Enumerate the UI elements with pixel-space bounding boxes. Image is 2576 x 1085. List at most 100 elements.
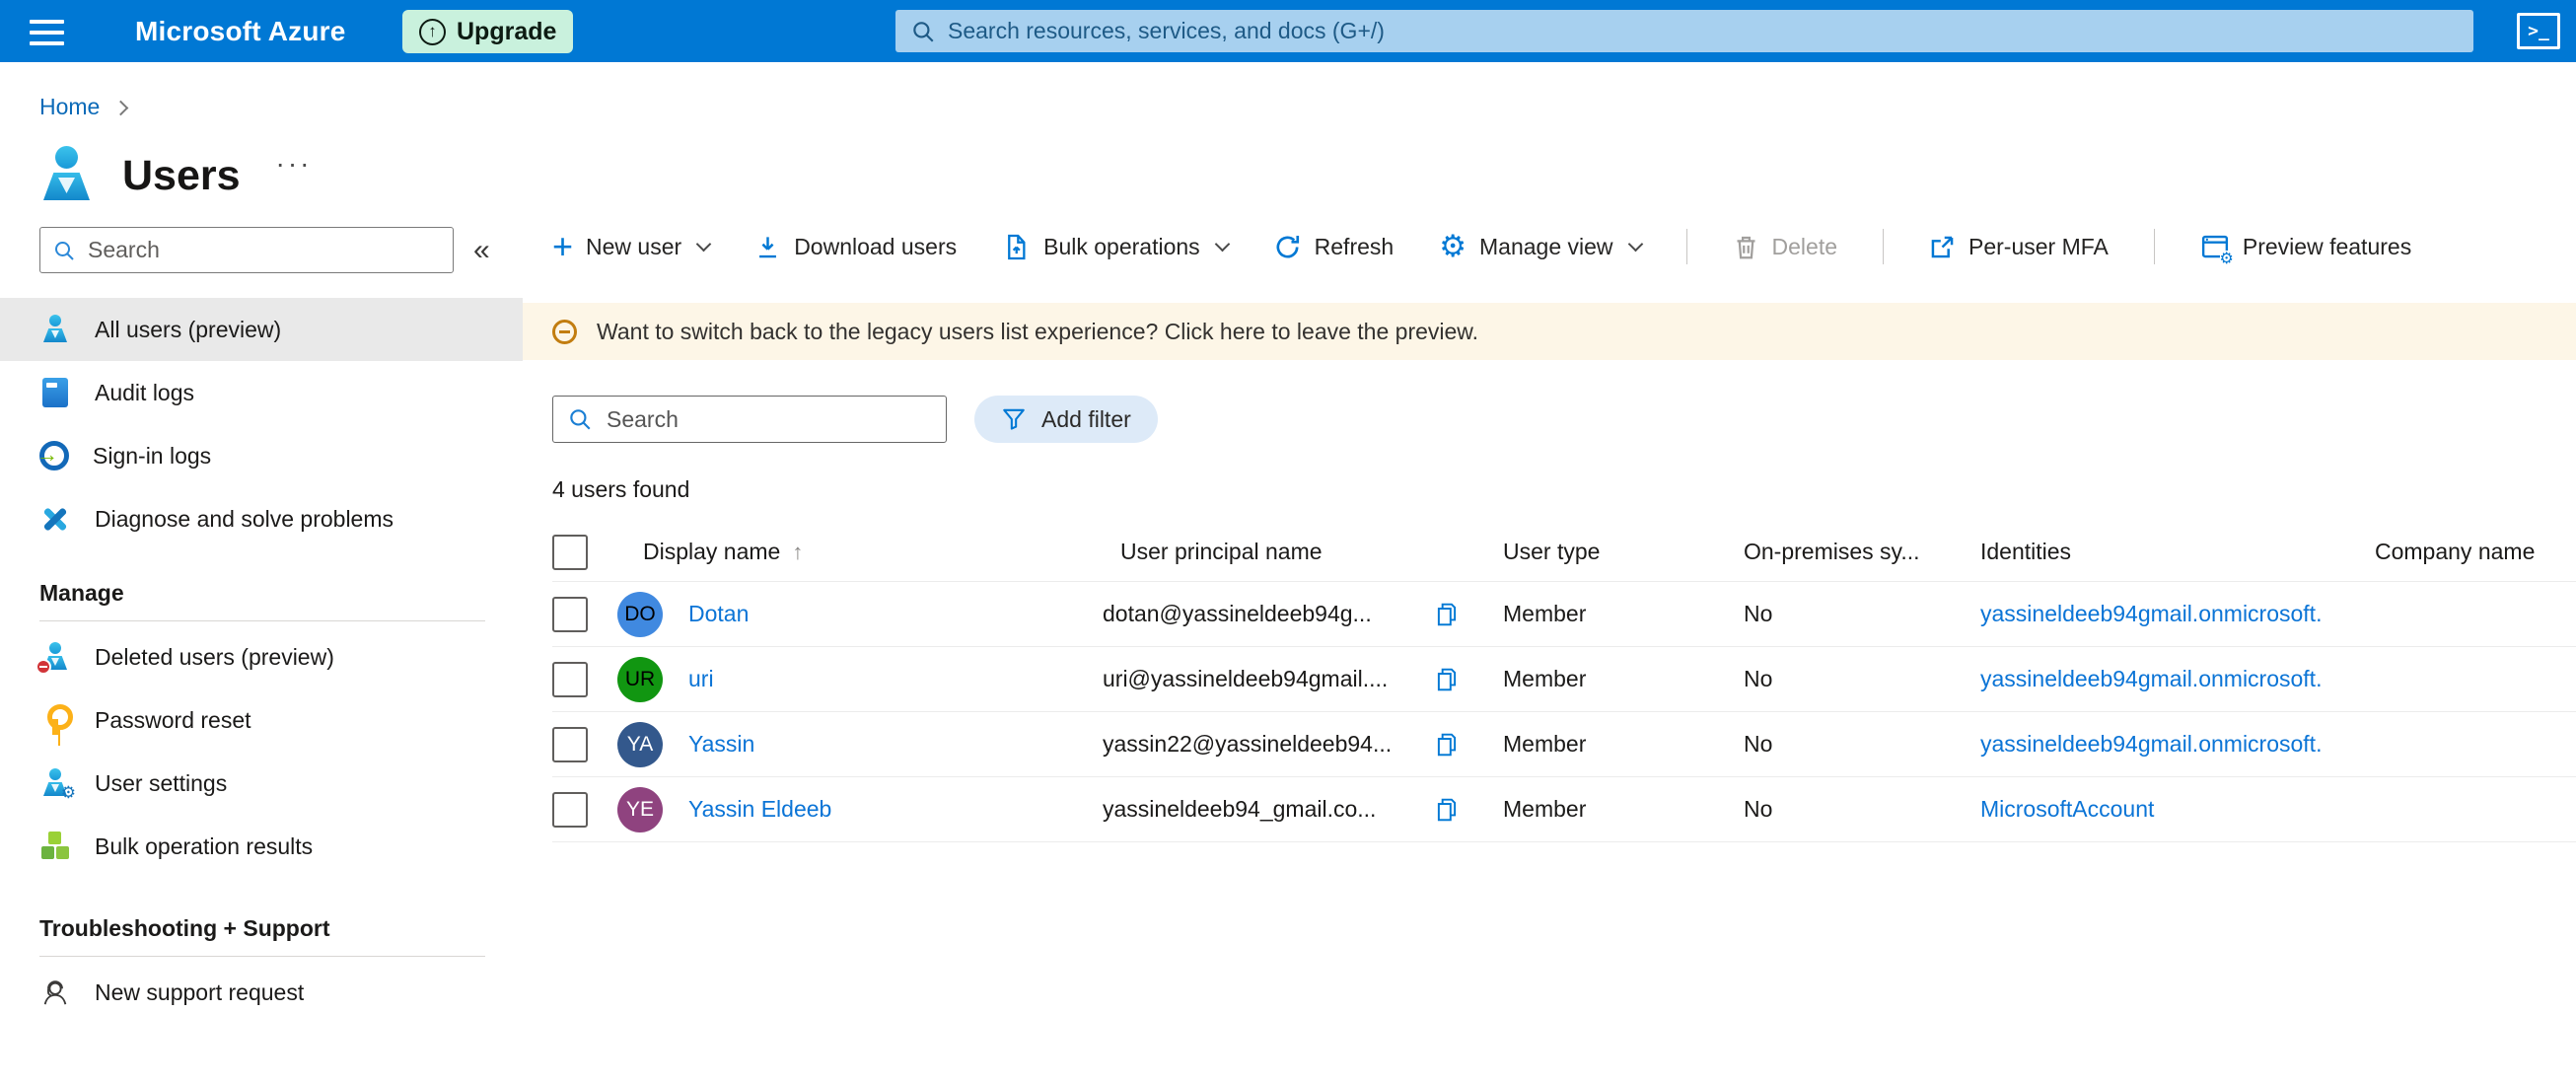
table-row[interactable]: YE Yassin Eldeeb yassineldeeb94_gmail.co… xyxy=(552,777,2576,842)
search-icon xyxy=(55,241,74,260)
user-type: Member xyxy=(1503,666,1587,691)
users-table: Display name ↑ User principal name User … xyxy=(552,523,2576,842)
breadcrumb-home-link[interactable]: Home xyxy=(39,94,100,120)
toolbar-separator xyxy=(1685,229,1687,264)
sidebar-search-input[interactable] xyxy=(88,237,441,263)
column-user-principal-name[interactable]: User principal name xyxy=(1101,539,1473,565)
table-row[interactable]: DO Dotan dotan@yassineldeeb94g... Member… xyxy=(552,582,2576,647)
on-premises-sync: No xyxy=(1744,731,1773,757)
user-type: Member xyxy=(1503,796,1587,822)
copy-icon[interactable] xyxy=(1434,667,1460,692)
manage-view-button[interactable]: ⚙ Manage view xyxy=(1439,231,1643,262)
preview-features-button[interactable]: ⚙ Preview features xyxy=(2200,232,2411,266)
avatar: YA xyxy=(617,721,663,767)
new-user-label: New user xyxy=(586,233,682,259)
open-external-icon xyxy=(1931,236,1954,257)
sidebar-item-label: Diagnose and solve problems xyxy=(95,505,394,532)
row-checkbox[interactable] xyxy=(552,791,588,828)
avatar: UR xyxy=(617,656,663,702)
breadcrumb: Home xyxy=(39,94,2576,120)
user-display-name-link[interactable]: Yassin Eldeeb xyxy=(688,796,831,823)
sidebar-item-user-settings[interactable]: ⚙ User settings xyxy=(0,752,523,815)
sidebar-item-bulk-operation-results[interactable]: Bulk operation results xyxy=(0,815,523,878)
column-display-name[interactable]: Display name xyxy=(643,539,780,565)
column-company-name[interactable]: Company name xyxy=(2365,539,2576,565)
sidebar-item-label: Deleted users (preview) xyxy=(95,643,334,670)
cloud-shell-icon[interactable]: >_ xyxy=(2517,13,2560,49)
table-row[interactable]: UR uri uri@yassineldeeb94gmail.... Membe… xyxy=(552,647,2576,712)
bulk-operations-button[interactable]: Bulk operations xyxy=(1002,233,1230,261)
download-users-button[interactable]: Download users xyxy=(754,234,957,260)
sidebar-item-audit-logs[interactable]: Audit logs xyxy=(0,361,523,424)
user-gear-icon: ⚙ xyxy=(39,767,76,802)
on-premises-sync: No xyxy=(1744,601,1773,626)
sidebar-item-label: Audit logs xyxy=(95,379,195,405)
minus-badge-icon xyxy=(36,659,51,675)
refresh-label: Refresh xyxy=(1314,233,1395,259)
identity-link[interactable]: yassineldeeb94gmail.onmicrosoft. xyxy=(1980,666,2322,691)
user-display-name-link[interactable]: Yassin xyxy=(688,731,754,758)
sidebar-item-new-support-request[interactable]: New support request xyxy=(0,961,523,1024)
user-display-name-link[interactable]: Dotan xyxy=(688,601,749,627)
sidebar-item-label: User settings xyxy=(95,769,228,796)
sidebar-item-label: All users (preview) xyxy=(95,316,282,342)
user-search-input[interactable] xyxy=(607,405,932,433)
brand-microsoft-azure[interactable]: Microsoft Azure xyxy=(135,0,346,62)
column-identities[interactable]: Identities xyxy=(1972,539,2365,565)
refresh-button[interactable]: Refresh xyxy=(1273,233,1395,261)
sidebar-item-password-reset[interactable]: Password reset xyxy=(0,688,523,752)
identity-link[interactable]: yassineldeeb94gmail.onmicrosoft. xyxy=(1980,731,2322,757)
sidebar-item-sign-in-logs[interactable]: → Sign-in logs xyxy=(0,424,523,487)
upgrade-button[interactable]: ↑ Upgrade xyxy=(402,10,574,53)
row-checkbox[interactable] xyxy=(552,596,588,632)
sidebar: « All users (preview) Audit logs → Sign-… xyxy=(0,217,523,1024)
more-options-icon[interactable]: ··· xyxy=(276,148,313,180)
user-principal-name: dotan@yassineldeeb94g... xyxy=(1103,601,1372,626)
per-user-mfa-button[interactable]: Per-user MFA xyxy=(1929,234,2109,260)
add-filter-label: Add filter xyxy=(1041,405,1131,432)
identity-link[interactable]: yassineldeeb94gmail.onmicrosoft. xyxy=(1980,601,2322,626)
copy-icon[interactable] xyxy=(1434,602,1460,627)
sidebar-item-deleted-users[interactable]: Deleted users (preview) xyxy=(0,625,523,688)
table-header: Display name ↑ User principal name User … xyxy=(552,523,2576,582)
copy-icon[interactable] xyxy=(1434,797,1460,823)
chevron-down-icon xyxy=(1627,236,1643,252)
crossed-tools-icon xyxy=(39,503,71,535)
preview-banner[interactable]: Want to switch back to the legacy users … xyxy=(523,303,2576,360)
download-icon xyxy=(759,236,777,257)
copy-icon[interactable] xyxy=(1434,732,1460,758)
sidebar-item-all-users[interactable]: All users (preview) xyxy=(0,298,523,361)
column-user-type[interactable]: User type xyxy=(1473,539,1730,565)
row-checkbox[interactable] xyxy=(552,726,588,762)
collapse-sidebar-icon[interactable]: « xyxy=(473,235,490,265)
filter-funnel-icon xyxy=(1003,408,1025,430)
search-icon xyxy=(570,409,591,430)
toolbar-separator xyxy=(1883,229,1885,264)
select-all-checkbox[interactable] xyxy=(552,534,588,570)
user-display-name-link[interactable]: uri xyxy=(688,666,714,692)
avatar: DO xyxy=(617,591,663,637)
breadcrumb-chevron-icon xyxy=(113,100,129,116)
row-checkbox[interactable] xyxy=(552,661,588,697)
sidebar-section-troubleshooting: Troubleshooting + Support xyxy=(39,915,330,941)
delete-label: Delete xyxy=(1771,233,1838,259)
deleted-user-icon xyxy=(36,641,71,675)
trash-icon xyxy=(1737,236,1755,258)
bulk-operations-icon xyxy=(1008,234,1026,259)
upgrade-arrow-icon: ↑ xyxy=(419,18,446,45)
sort-ascending-icon: ↑ xyxy=(792,539,804,564)
new-user-button[interactable]: + New user xyxy=(552,229,712,264)
global-search-bar[interactable] xyxy=(895,10,2473,52)
sidebar-search-box[interactable] xyxy=(39,227,454,273)
user-type: Member xyxy=(1503,601,1587,626)
add-filter-button[interactable]: Add filter xyxy=(974,396,1158,443)
user-search-box[interactable] xyxy=(552,396,947,443)
delete-button[interactable]: Delete xyxy=(1733,234,1837,260)
table-row[interactable]: YA Yassin yassin22@yassineldeeb94... Mem… xyxy=(552,712,2576,777)
identity-link[interactable]: MicrosoftAccount xyxy=(1980,796,2154,822)
sidebar-item-diagnose[interactable]: Diagnose and solve problems xyxy=(0,487,523,550)
global-search-input[interactable] xyxy=(948,18,2459,44)
key-icon xyxy=(39,704,73,736)
column-on-premises-sync[interactable]: On-premises sy... xyxy=(1730,539,1972,565)
hamburger-menu-icon[interactable] xyxy=(30,20,64,52)
